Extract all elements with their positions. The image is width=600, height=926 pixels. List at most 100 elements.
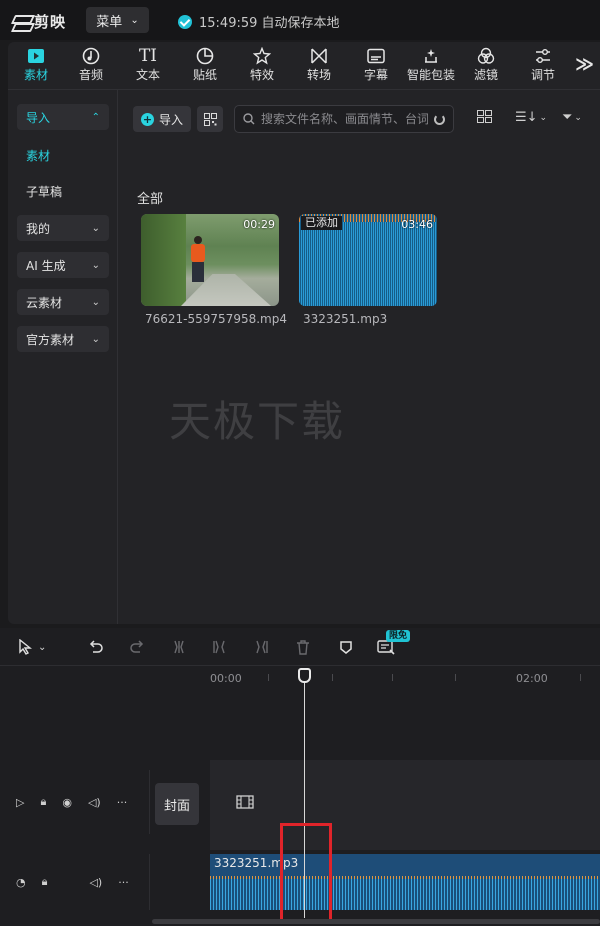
tab-label: 贴纸 <box>192 68 217 82</box>
tab-label: 滤镜 <box>473 68 498 82</box>
marker-button[interactable] <box>339 638 353 656</box>
lock-icon[interactable]: 🔒︎ <box>40 795 46 809</box>
tab-label: 特效 <box>249 68 274 82</box>
menu-button[interactable]: 菜单 ⌄ <box>86 7 149 33</box>
chevron-down-icon: ⌄ <box>91 259 100 271</box>
tab-label: 调节 <box>530 68 555 82</box>
transition-icon <box>310 46 328 66</box>
media-sidebar: 导入 ⌃ 素材 子草稿 我的 ⌄ AI 生成 ⌄ 云素材 ⌄ 官方素材 ⌄ <box>8 90 118 624</box>
watermark: 天极下载 <box>169 397 346 446</box>
grid-view-icon <box>477 110 492 123</box>
title-bar: 剪映 菜单 ⌄ 15:49:59 自动保存本地 <box>0 0 600 40</box>
split-left-button[interactable] <box>213 638 227 656</box>
chevron-down-icon: ⌄ <box>539 112 548 123</box>
more-icon[interactable]: ··· <box>118 876 129 889</box>
video-duration: 00:29 <box>243 218 275 231</box>
chevron-up-icon: ⌃ <box>91 111 100 123</box>
ruler-tick <box>580 674 581 681</box>
sticker-icon <box>196 46 214 66</box>
view-mode-button[interactable] <box>477 110 492 123</box>
search-input[interactable] <box>261 112 428 126</box>
tab-filter[interactable]: 滤镜 <box>460 46 512 86</box>
redo-button[interactable] <box>129 638 145 656</box>
sidebar-item-material[interactable]: 素材 <box>17 142 109 168</box>
ruler-tick <box>392 674 393 681</box>
audio-track-header: ◔ 🔒︎ ◁) ··· <box>0 854 150 910</box>
sidebar-item-label: 导入 <box>26 110 51 125</box>
qr-import-button[interactable] <box>197 106 223 132</box>
playhead-handle[interactable] <box>298 668 311 683</box>
audio-duration: 03:46 <box>401 218 433 231</box>
ruler-tick <box>332 674 333 681</box>
tab-effects[interactable]: 特效 <box>236 46 288 86</box>
sidebar-item-mine[interactable]: 我的 ⌄ <box>17 215 109 241</box>
tab-label: 字幕 <box>363 68 388 82</box>
tab-subtitle[interactable]: 字幕 <box>350 46 402 86</box>
speaker-icon[interactable]: ◁) <box>89 876 102 889</box>
text-icon: TI <box>138 46 158 66</box>
sidebar-item-cloud[interactable]: 云素材 ⌄ <box>17 289 109 315</box>
media-content: + 导入 ☰↓ ⌄ ⏷ ⌄ 全部 00:29 <box>119 90 600 624</box>
lock-icon[interactable]: 🔒︎ <box>42 875 48 889</box>
filter-button[interactable]: ⏷ ⌄ <box>562 110 582 125</box>
sidebar-item-label: 子草稿 <box>26 184 63 199</box>
split-button[interactable] <box>172 638 186 656</box>
tab-audio[interactable]: 音频 <box>65 46 117 86</box>
split-right-button[interactable] <box>254 638 268 656</box>
filter-icon <box>477 46 495 66</box>
menu-label: 菜单 <box>96 14 123 30</box>
sort-button[interactable]: ☰↓ ⌄ <box>515 110 547 125</box>
feature-toolbar: 素材 音频 TI 文本 贴纸 特效 转场 字幕 智能包装 滤镜 调节 ≫ <box>8 42 600 90</box>
media-item-audio[interactable]: 已添加 03:46 <box>299 214 437 306</box>
adjust-icon <box>534 46 552 66</box>
sidebar-item-ai-generate[interactable]: AI 生成 ⌄ <box>17 252 109 278</box>
audio-clip[interactable]: 3323251.mp3 <box>210 854 600 910</box>
chevron-down-icon: ⌄ <box>574 112 582 123</box>
tab-sticker[interactable]: 贴纸 <box>179 46 231 86</box>
undo-button[interactable] <box>88 638 104 656</box>
chevron-down-icon: ⌄ <box>91 222 100 234</box>
tab-text[interactable]: TI 文本 <box>122 46 174 86</box>
split-right-icon <box>256 640 268 654</box>
ruler-label-start: 00:00 <box>210 672 242 685</box>
section-all-label: 全部 <box>137 192 164 207</box>
import-button[interactable]: + 导入 <box>133 106 191 132</box>
timeline-panel: ⌄ 限免 00:00 02:00 ▷ 🔒︎ ◉ ◁) ··· ◔ 🔒︎ ◁) ·… <box>0 628 600 926</box>
more-icon[interactable]: ··· <box>117 796 128 809</box>
tab-label: 文本 <box>135 68 160 82</box>
tab-adjust[interactable]: 调节 <box>517 46 569 86</box>
redo-icon <box>130 640 144 653</box>
loading-icon <box>434 113 445 125</box>
sidebar-item-import[interactable]: 导入 ⌃ <box>17 104 109 130</box>
delete-button[interactable] <box>296 638 310 656</box>
funnel-icon: ⏷ <box>562 110 573 125</box>
video-track-header: ▷ 🔒︎ ◉ ◁) ··· <box>0 770 150 834</box>
media-item-video[interactable]: 00:29 <box>141 214 279 306</box>
sort-icon: ☰↓ <box>515 110 538 125</box>
speaker-icon[interactable]: ◁) <box>88 796 101 809</box>
video-thumbnail-person-body <box>191 244 205 262</box>
tab-media[interactable]: 素材 <box>10 46 62 86</box>
capcut-logo-icon <box>12 14 30 30</box>
autosave-status: 15:49:59 自动保存本地 <box>178 12 340 31</box>
select-tool-button[interactable]: ⌄ <box>18 638 46 656</box>
effects-icon <box>253 46 271 66</box>
tab-smart-package[interactable]: 智能包装 <box>407 46 455 86</box>
horizontal-scrollbar[interactable] <box>152 919 600 924</box>
audio-file-name: 3323251.mp3 <box>303 312 388 326</box>
tab-transition[interactable]: 转场 <box>293 46 345 86</box>
split-left-icon <box>213 640 225 654</box>
time-ruler: 00:00 02:00 <box>210 668 600 690</box>
video-thumbnail-trees <box>141 214 186 306</box>
video-track-area[interactable] <box>210 760 600 850</box>
eye-icon[interactable]: ◉ <box>62 796 72 809</box>
chevron-down-icon: ⌄ <box>91 296 100 308</box>
qr-code-icon <box>203 112 217 126</box>
more-tools-button[interactable]: ≫ <box>575 54 594 75</box>
sidebar-item-sub-draft[interactable]: 子草稿 <box>17 178 109 204</box>
ruler-tick <box>455 674 456 681</box>
cover-button[interactable]: 封面 <box>155 783 199 825</box>
sidebar-item-official[interactable]: 官方素材 ⌄ <box>17 326 109 352</box>
media-icon <box>27 46 45 66</box>
chevron-down-icon: ⌄ <box>91 333 100 345</box>
